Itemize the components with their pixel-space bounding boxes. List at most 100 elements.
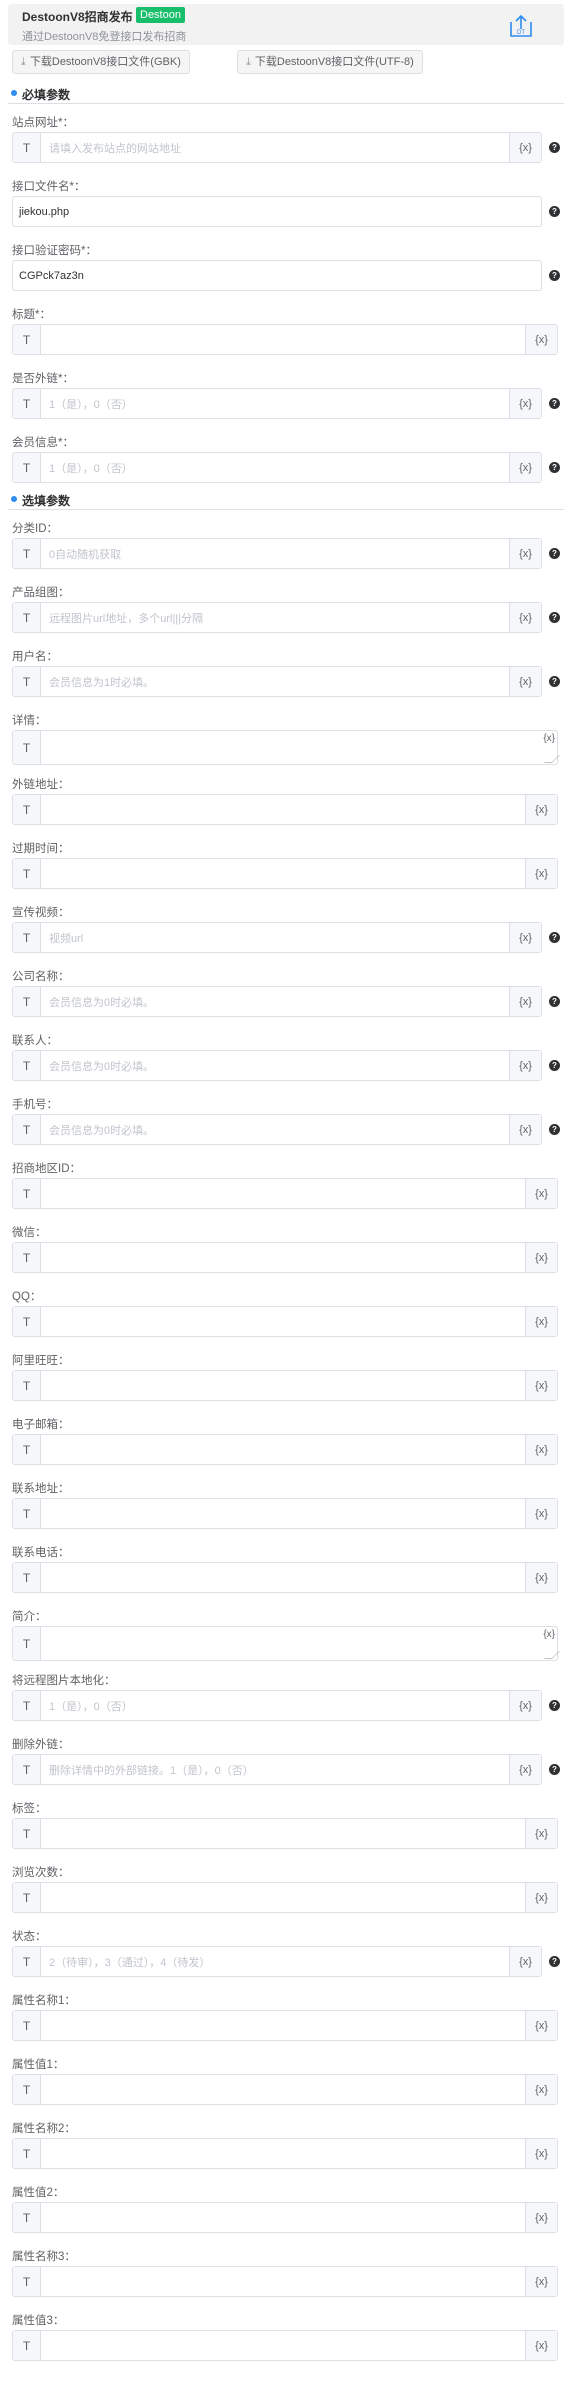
help-icon[interactable]: ? xyxy=(549,270,560,281)
insert-variable-button[interactable]: {x} xyxy=(525,859,557,888)
help-icon[interactable]: ? xyxy=(549,142,560,153)
insert-variable-button[interactable]: {x} xyxy=(509,987,541,1016)
form-field: QQ： T {x} xyxy=(0,1288,570,1352)
help-icon[interactable]: ? xyxy=(549,548,560,559)
input-field[interactable]: T {x} xyxy=(12,1818,558,1849)
input-value: CGPck7az3n xyxy=(19,269,84,282)
insert-variable-button[interactable]: {x} xyxy=(509,1755,541,1784)
insert-variable-button[interactable]: {x} xyxy=(525,2331,557,2360)
input-field[interactable]: T {x} xyxy=(12,324,558,355)
insert-variable-button[interactable]: {x} xyxy=(525,1371,557,1400)
help-icon[interactable]: ? xyxy=(549,1124,560,1135)
insert-variable-button[interactable]: {x} xyxy=(525,2203,557,2232)
input-field[interactable]: T {x} xyxy=(12,2266,558,2297)
insert-variable-button[interactable]: {x} xyxy=(509,1115,541,1144)
input-field[interactable]: T {x} xyxy=(12,1306,558,1337)
insert-variable-button[interactable]: {x} xyxy=(525,1499,557,1528)
input-placeholder: 0自动随机获取 xyxy=(49,548,122,561)
input-field[interactable]: T 会员信息为0时必填。 {x} xyxy=(12,1114,542,1145)
input-field[interactable]: T 1（是），0（否） {x} xyxy=(12,452,542,483)
insert-variable-button[interactable]: {x} xyxy=(509,1051,541,1080)
field-label: 属性名称1： xyxy=(12,1995,76,2007)
upload-icon[interactable]: DT xyxy=(508,13,534,39)
input-field[interactable]: T {x} xyxy=(12,2202,558,2233)
input-placeholder xyxy=(49,2075,521,2104)
insert-variable-button[interactable]: {x} xyxy=(525,1883,557,1912)
insert-variable-button[interactable]: {x} xyxy=(509,453,541,482)
input-placeholder xyxy=(49,859,521,888)
input-field[interactable]: T {x} xyxy=(12,858,558,889)
input-field[interactable]: T {x} xyxy=(12,1434,558,1465)
textarea-field[interactable]: T {x} xyxy=(12,1626,560,1661)
input-field[interactable]: T {x} xyxy=(12,1562,558,1593)
help-icon[interactable]: ? xyxy=(549,1956,560,1967)
input-field[interactable]: T 请填入发布站点的网站地址 {x} xyxy=(12,132,542,163)
resize-handle-icon[interactable] xyxy=(544,755,560,763)
input-field[interactable]: T 会员信息为0时必填。 {x} xyxy=(12,986,542,1017)
insert-variable-button[interactable]: {x} xyxy=(525,795,557,824)
insert-variable-button[interactable]: {x} xyxy=(525,1819,557,1848)
help-icon[interactable]: ? xyxy=(549,206,560,217)
input-placeholder xyxy=(49,795,521,824)
insert-variable-button[interactable]: {x} xyxy=(509,133,541,162)
insert-variable-button[interactable]: {x} xyxy=(525,1563,557,1592)
input-field[interactable]: T {x} xyxy=(12,794,558,825)
type-prefix: T xyxy=(13,667,41,696)
download-gbk-button[interactable]: ⤓ 下载DestoonV8接口文件(GBK) xyxy=(12,50,190,74)
insert-variable-button[interactable]: {x} xyxy=(525,1435,557,1464)
download-utf8-button[interactable]: ⤓ 下载DestoonV8接口文件(UTF-8) xyxy=(237,50,423,74)
help-icon[interactable]: ? xyxy=(549,676,560,687)
insert-variable-button[interactable]: {x} xyxy=(525,1179,557,1208)
input-field[interactable]: T {x} xyxy=(12,1882,558,1913)
input-placeholder xyxy=(49,2267,521,2296)
input-field[interactable]: T {x} xyxy=(12,2330,558,2361)
textarea-field[interactable]: T {x} xyxy=(12,730,560,765)
insert-variable-button[interactable]: {x} xyxy=(509,1691,541,1720)
insert-variable-button[interactable]: {x} xyxy=(543,733,555,744)
help-icon[interactable]: ? xyxy=(549,932,560,943)
help-icon[interactable]: ? xyxy=(549,612,560,623)
resize-handle-icon[interactable] xyxy=(544,1651,560,1659)
input-field[interactable]: T {x} xyxy=(12,1370,558,1401)
insert-variable-button[interactable]: {x} xyxy=(525,325,557,354)
insert-variable-button[interactable]: {x} xyxy=(525,2139,557,2168)
insert-variable-button[interactable]: {x} xyxy=(509,923,541,952)
insert-variable-button[interactable]: {x} xyxy=(509,603,541,632)
insert-variable-button[interactable]: {x} xyxy=(525,2011,557,2040)
input-field[interactable]: T {x} xyxy=(12,1498,558,1529)
help-icon[interactable]: ? xyxy=(549,462,560,473)
insert-variable-button[interactable]: {x} xyxy=(525,2267,557,2296)
help-icon[interactable]: ? xyxy=(549,398,560,409)
input-field[interactable]: T 远程图片url地址，多个url|||分隔 {x} xyxy=(12,602,542,633)
input-field[interactable]: T {x} xyxy=(12,2074,558,2105)
input-field[interactable]: T {x} xyxy=(12,1242,558,1273)
input-field[interactable]: T {x} xyxy=(12,1178,558,1209)
page-header: DestoonV8招商发布 Destoon 通过DestoonV8免登接口发布招… xyxy=(8,4,564,45)
insert-variable-button[interactable]: {x} xyxy=(509,389,541,418)
input-field[interactable]: T {x} xyxy=(12,2010,558,2041)
input-field[interactable]: T 0自动随机获取 {x} xyxy=(12,538,542,569)
insert-variable-button[interactable]: {x} xyxy=(509,1947,541,1976)
insert-variable-button[interactable]: {x} xyxy=(525,2075,557,2104)
input-field[interactable]: T 1（是），0（否） {x} xyxy=(12,1690,542,1721)
help-icon[interactable]: ? xyxy=(549,1060,560,1071)
insert-variable-button[interactable]: {x} xyxy=(509,667,541,696)
type-prefix: T xyxy=(13,987,41,1016)
input-field[interactable]: T 会员信息为1时必填。 {x} xyxy=(12,666,542,697)
help-icon[interactable]: ? xyxy=(549,996,560,1007)
insert-variable-button[interactable]: {x} xyxy=(525,1243,557,1272)
input-field[interactable]: T 1（是），0（否） {x} xyxy=(12,388,542,419)
input-field[interactable]: T 2（待审），3（通过），4（待发） {x} xyxy=(12,1946,542,1977)
input-field[interactable]: T 视频url {x} xyxy=(12,922,542,953)
help-icon[interactable]: ? xyxy=(549,1700,560,1711)
insert-variable-button[interactable]: {x} xyxy=(525,1307,557,1336)
input-field[interactable]: CGPck7az3n xyxy=(12,260,542,291)
insert-variable-button[interactable]: {x} xyxy=(509,539,541,568)
insert-variable-button[interactable]: {x} xyxy=(543,1629,555,1640)
input-field[interactable]: T 会员信息为0时必填。 {x} xyxy=(12,1050,542,1081)
input-field[interactable]: T 删除详情中的外部链接。1（是），0（否） {x} xyxy=(12,1754,542,1785)
help-icon[interactable]: ? xyxy=(549,1764,560,1775)
input-placeholder: 请填入发布站点的网站地址 xyxy=(49,142,181,155)
input-field[interactable]: jiekou.php xyxy=(12,196,542,227)
input-field[interactable]: T {x} xyxy=(12,2138,558,2169)
